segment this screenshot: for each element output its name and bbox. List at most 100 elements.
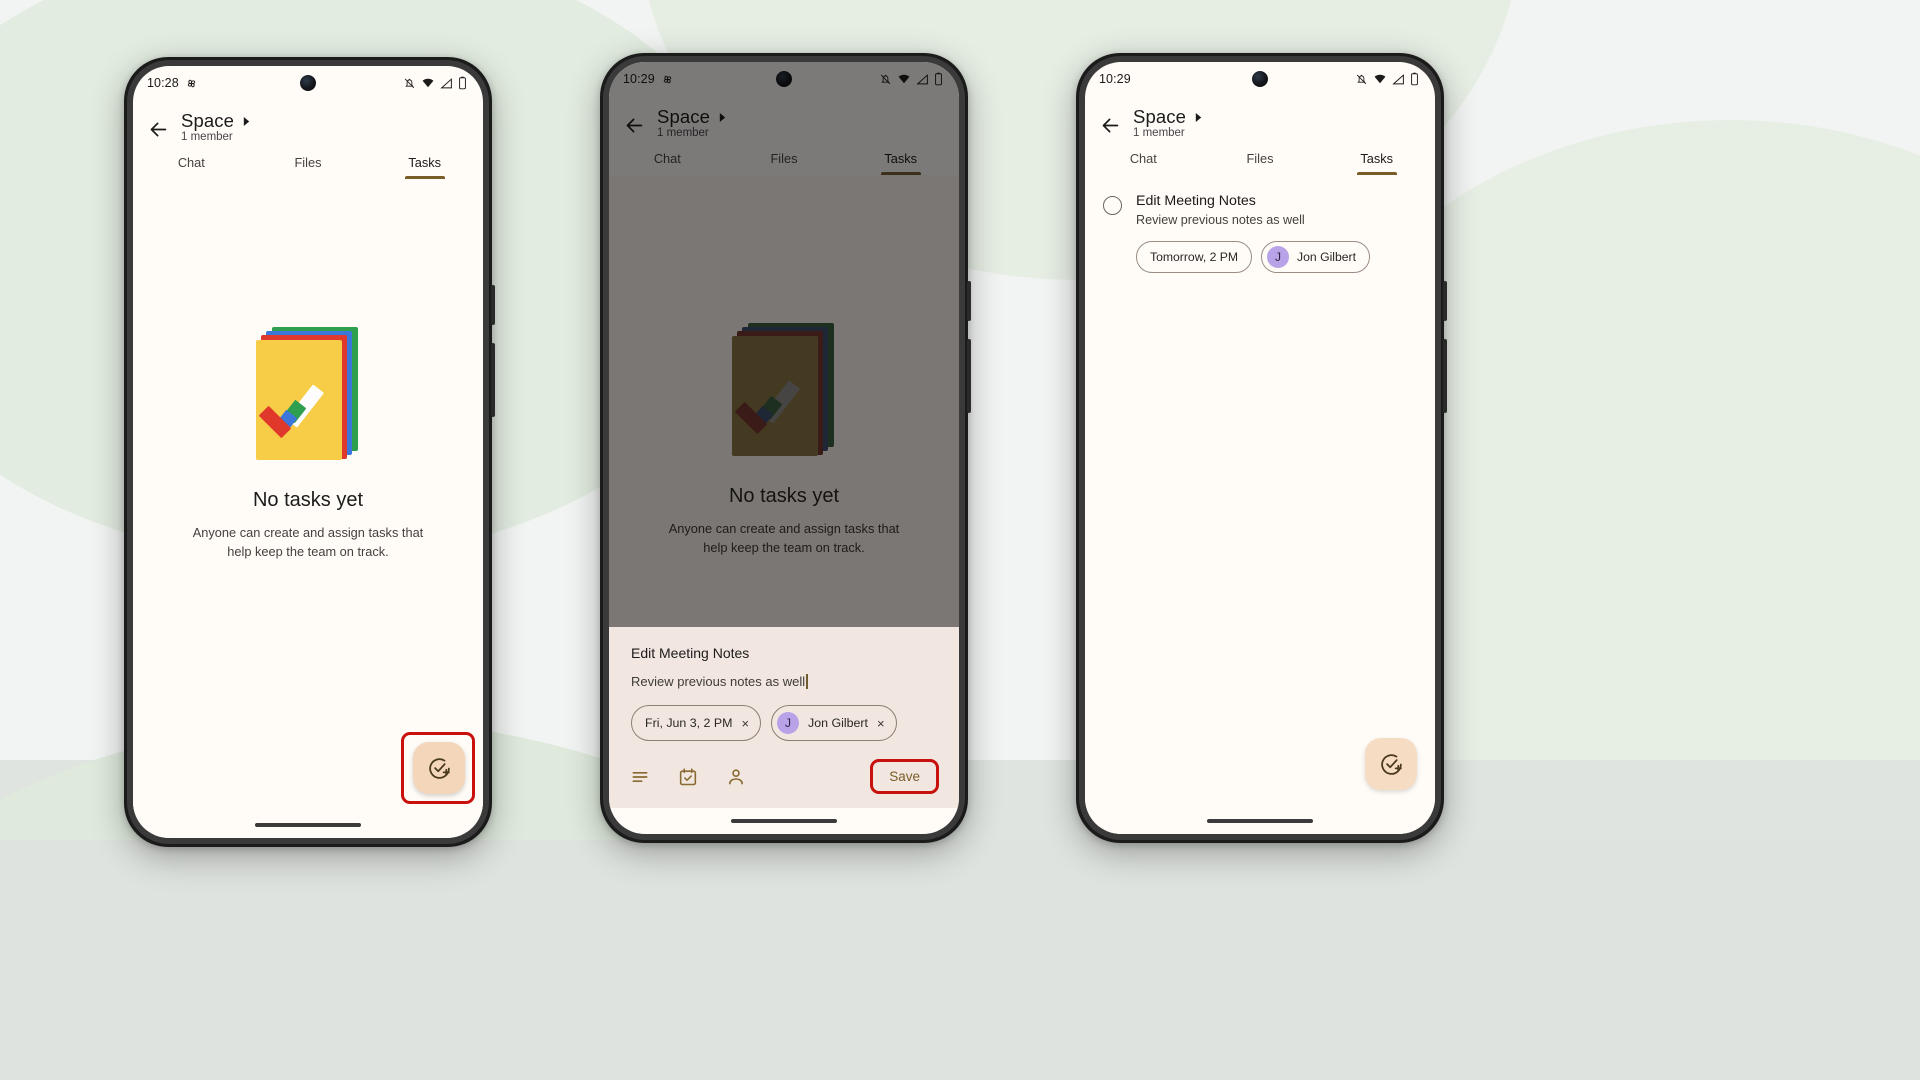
notifications-off-icon (880, 74, 891, 84)
page-title: Space (181, 110, 234, 131)
phone-volume-button (1443, 339, 1447, 413)
battery-icon (1411, 72, 1418, 86)
system-nav-bar (133, 812, 483, 838)
phone-side-button (491, 285, 495, 325)
space-header[interactable]: Space 1 member (181, 110, 251, 143)
wifi-icon (422, 78, 434, 87)
assignee-chip-label: Jon Gilbert (1297, 250, 1356, 264)
close-icon[interactable]: × (877, 717, 885, 730)
status-bar-left: 10:29 (1099, 72, 1131, 86)
illustration-card-front (256, 340, 342, 460)
tab-files[interactable]: Files (1202, 151, 1319, 175)
tab-tasks[interactable]: Tasks (842, 151, 959, 175)
camera-cutout (776, 71, 792, 87)
camera-cutout (300, 75, 316, 91)
phone-mockup-1: 10:28 Space 1 member Chat Files Tasks No… (124, 57, 495, 847)
task-title: Edit Meeting Notes (1136, 193, 1256, 209)
tab-chat[interactable]: Chat (1085, 151, 1202, 175)
close-icon[interactable]: × (741, 717, 749, 730)
assignee-chip[interactable]: J Jon Gilbert × (771, 705, 897, 741)
sheet-description-input[interactable]: Review previous notes as well (609, 661, 959, 689)
edit-task-bottom-sheet: Edit Meeting Notes Review previous notes… (609, 627, 959, 808)
phone-mockup-3: 10:29 Space 1 member Chat Files Tasks Ed… (1076, 53, 1447, 843)
status-bar-right (403, 76, 467, 90)
avatar: J (1267, 246, 1290, 268)
app-bar-row: Space 1 member (1085, 102, 1435, 139)
text-caret (806, 674, 808, 689)
signal-icon (1392, 73, 1404, 84)
back-arrow-icon (150, 122, 166, 136)
unchecked-circle-icon[interactable] (1103, 196, 1122, 215)
tab-bar: Chat Files Tasks (609, 151, 959, 175)
system-nav-bar (1085, 808, 1435, 834)
space-title-row: Space (657, 106, 727, 128)
pinwheel-icon (187, 79, 195, 87)
tab-files[interactable]: Files (726, 151, 843, 175)
chevron-right-icon[interactable] (1194, 112, 1203, 123)
due-date-chip-label: Tomorrow, 2 PM (1150, 250, 1239, 264)
avatar: J (777, 712, 800, 734)
chevron-right-icon[interactable] (242, 116, 251, 127)
status-bar-left: 10:28 (147, 76, 198, 90)
tab-tasks[interactable]: Tasks (366, 155, 483, 179)
assignee-icon-button[interactable] (725, 766, 747, 788)
phone-screen: 10:28 Space 1 member Chat Files Tasks No… (133, 66, 483, 838)
stacked-task-cards-checkmark-illustration (256, 327, 360, 460)
space-header[interactable]: Space 1 member (657, 106, 727, 139)
phone-mockup-2: 10:29 Space 1 member Chat Files Tasks Ed… (600, 53, 971, 843)
nav-home-pill[interactable] (255, 823, 361, 827)
pinwheel-icon (663, 75, 671, 83)
back-button[interactable] (621, 112, 647, 138)
task-body: Edit Meeting Notes Review previous notes… (1136, 193, 1370, 273)
person-icon (729, 768, 743, 784)
tasks-content: No tasks yet Anyone can create and assig… (609, 175, 959, 808)
nav-home-pill[interactable] (731, 819, 837, 823)
sheet-description-value: Review previous notes as well (631, 674, 806, 689)
assignee-chip[interactable]: J Jon Gilbert (1261, 241, 1370, 273)
tab-tasks[interactable]: Tasks (1318, 151, 1435, 175)
app-bar-row: Space 1 member (609, 102, 959, 139)
status-bar: 10:29 (1085, 62, 1435, 96)
tab-files[interactable]: Files (250, 155, 367, 179)
due-date-chip[interactable]: Fri, Jun 3, 2 PM × (631, 705, 762, 741)
sheet-task-title[interactable]: Edit Meeting Notes (609, 641, 959, 661)
wifi-icon (898, 74, 910, 83)
phone-side-button (1443, 281, 1447, 321)
tab-chat[interactable]: Chat (133, 155, 250, 179)
add-task-fab[interactable] (1365, 738, 1417, 790)
due-date-chip-label: Fri, Jun 3, 2 PM (645, 716, 733, 730)
battery-icon (935, 72, 942, 86)
due-date-icon-button[interactable] (677, 766, 699, 788)
add-task-icon (428, 757, 450, 779)
status-time: 10:28 (147, 76, 179, 90)
status-bar-right (879, 72, 943, 86)
page-title: Space (1133, 106, 1186, 127)
battery-icon (459, 76, 466, 90)
save-button-wrapper: Save (870, 759, 939, 794)
due-date-chip[interactable]: Tomorrow, 2 PM (1136, 241, 1253, 273)
phone-side-button (967, 281, 971, 321)
chevron-right-icon[interactable] (718, 112, 727, 123)
status-bar: 10:28 (133, 66, 483, 100)
tab-chat[interactable]: Chat (609, 151, 726, 175)
space-header[interactable]: Space 1 member (1133, 106, 1203, 139)
notifications-off-icon (1356, 74, 1367, 84)
space-title-row: Space (181, 110, 251, 132)
description-icon-button[interactable] (629, 766, 651, 788)
status-bar-left: 10:29 (623, 72, 674, 86)
task-list-item[interactable]: Edit Meeting Notes Review previous notes… (1085, 175, 1435, 273)
tab-bar: Chat Files Tasks (1085, 151, 1435, 175)
space-title-row: Space (1133, 106, 1203, 128)
space-member-count: 1 member (657, 127, 709, 139)
nav-home-pill[interactable] (1207, 819, 1313, 823)
phone-volume-button (491, 343, 495, 417)
add-task-fab[interactable] (413, 742, 465, 794)
empty-state-subtitle: Anyone can create and assign tasks that … (192, 525, 424, 559)
background-band-bottom-2 (0, 840, 1920, 1080)
save-button[interactable]: Save (873, 762, 936, 791)
back-button[interactable] (145, 116, 171, 142)
sheet-chip-row: Fri, Jun 3, 2 PM × J Jon Gilbert × (609, 689, 959, 741)
back-button[interactable] (1097, 112, 1123, 138)
app-bar: Space 1 member Chat Files Tasks (609, 96, 959, 175)
status-bar-right (1355, 72, 1419, 86)
